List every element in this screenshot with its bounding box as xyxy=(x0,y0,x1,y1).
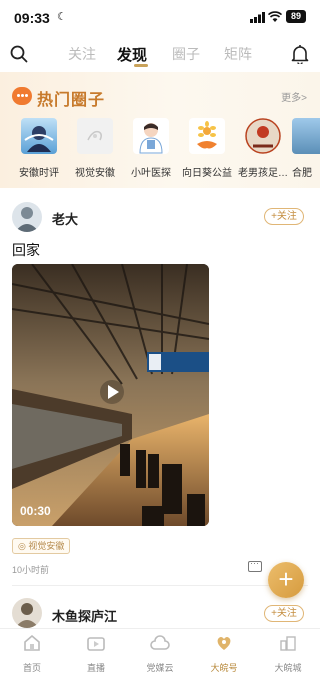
video-duration: 00:30 xyxy=(20,504,51,518)
dawan-hao-icon xyxy=(217,637,231,650)
author-name[interactable]: 木鱼探庐江 xyxy=(52,606,117,625)
live-tv-icon xyxy=(87,637,105,651)
author-name[interactable]: 老大 xyxy=(52,209,78,228)
post-text: 回家 xyxy=(12,242,40,258)
tab-matrix[interactable]: 矩阵 xyxy=(218,44,258,64)
active-tab-indicator xyxy=(134,64,148,67)
wifi-icon xyxy=(268,11,282,22)
tab-discover[interactable]: 发现 xyxy=(112,44,152,65)
circle-item[interactable]: 视觉安徽 xyxy=(68,118,122,179)
post-timestamp: 10小时前 xyxy=(12,565,50,575)
circle-item[interactable]: 合肥 xyxy=(292,118,320,179)
section-title: 热门圈子 xyxy=(37,92,106,109)
chat-bubble-icon xyxy=(12,87,32,105)
tab-live[interactable]: 直播 xyxy=(68,633,124,674)
circle-label: 合肥 xyxy=(292,168,312,179)
more-link[interactable]: 更多> xyxy=(281,89,307,104)
old-boys-football-thumb xyxy=(245,118,281,154)
battery-indicator: 89 xyxy=(286,10,306,23)
signal-icon xyxy=(250,12,265,23)
sunflower-charity-thumb xyxy=(189,118,225,154)
home-icon xyxy=(24,634,40,651)
circle-tag[interactable]: ◎ 视觉安徽 xyxy=(12,538,71,554)
tab-party-media-cloud[interactable]: 党媒云 xyxy=(132,633,188,674)
circle-label: 老男孩足… xyxy=(238,168,288,179)
tab-label: 大皖城 xyxy=(274,663,302,673)
follow-button[interactable]: +关注 xyxy=(264,208,304,225)
bell-icon[interactable] xyxy=(291,44,309,64)
train-station-image xyxy=(12,264,209,526)
search-icon[interactable] xyxy=(10,45,28,63)
circle-item[interactable]: 向日葵公益 xyxy=(180,118,234,179)
follow-button[interactable]: +关注 xyxy=(264,605,304,622)
hot-circles-section: 热门圈子 更多> 安徽时评 视觉安徽 小叶医探 向日葵公益 老男孩足… 合肥 xyxy=(0,72,320,188)
tab-dawan-city[interactable]: 大皖城 xyxy=(260,633,316,674)
shijue-anhui-thumb xyxy=(77,118,113,154)
bottom-tab-bar: 首页 直播 党媒云 大皖号 大皖城 xyxy=(0,628,320,692)
anhui-shiping-thumb xyxy=(21,118,57,154)
status-time: 09:33 xyxy=(14,10,50,26)
cloud-icon xyxy=(150,635,170,650)
circle-item[interactable]: 老男孩足… xyxy=(236,118,290,179)
avatar[interactable] xyxy=(12,598,42,628)
create-post-button[interactable]: + xyxy=(268,562,304,598)
tab-home[interactable]: 首页 xyxy=(4,633,60,674)
tab-label: 直播 xyxy=(86,663,105,673)
hefei-thumb xyxy=(292,118,320,154)
post-divider xyxy=(12,585,308,586)
tab-follow[interactable]: 关注 xyxy=(62,44,102,64)
circle-label: 安徽时评 xyxy=(19,168,59,179)
circle-item[interactable]: 小叶医探 xyxy=(124,118,178,179)
moon-icon: ☾ xyxy=(57,11,67,23)
top-nav: 关注 发现 圈子 矩阵 xyxy=(0,38,320,72)
circle-label: 向日葵公益 xyxy=(182,168,232,179)
circle-item[interactable]: 安徽时评 xyxy=(12,118,66,179)
xiaoye-yitan-thumb xyxy=(133,118,169,154)
city-icon xyxy=(280,636,296,651)
circle-label: 小叶医探 xyxy=(131,168,171,179)
tab-label: 党媒云 xyxy=(146,663,174,673)
video-player[interactable]: 00:30 xyxy=(12,264,209,526)
feed-tabs: 关注 发现 圈子 矩阵 xyxy=(60,38,265,72)
tab-circles[interactable]: 圈子 xyxy=(166,44,206,64)
tab-dawan-hao[interactable]: 大皖号 xyxy=(196,633,252,674)
comment-icon[interactable] xyxy=(248,558,262,572)
circle-label: 视觉安徽 xyxy=(75,168,115,179)
tab-label: 大皖号 xyxy=(210,663,238,673)
status-bar: 09:33 ☾ 89 xyxy=(0,0,320,36)
avatar[interactable] xyxy=(12,202,42,232)
tab-label: 首页 xyxy=(22,663,41,673)
